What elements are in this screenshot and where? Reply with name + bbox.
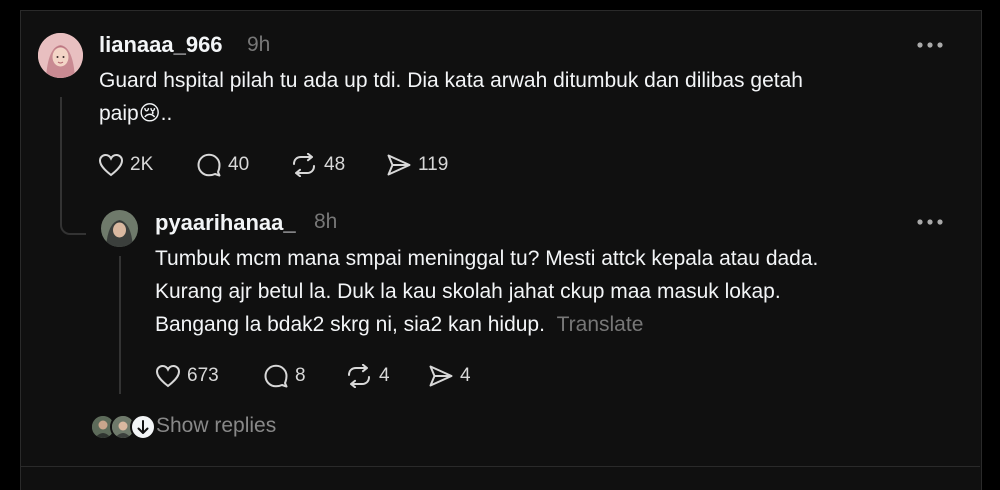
repost-count: 48 xyxy=(324,154,346,175)
share-count: 119 xyxy=(418,154,449,175)
heart-icon xyxy=(155,364,181,388)
reply-like-count: 673 xyxy=(187,365,219,386)
reply-thread-line xyxy=(119,256,121,394)
reply-text-line-1: Tumbuk mcm mana smpai meninggal tu? Mest… xyxy=(155,247,819,270)
like-button[interactable]: 2K xyxy=(98,153,153,177)
reply-username[interactable]: pyaarihanaa_ xyxy=(155,210,296,236)
post-text: Guard hspital pilah tu ada up tdi. Dia k… xyxy=(99,64,919,130)
reply-share-button[interactable]: 4 xyxy=(428,364,471,388)
reply-repost-button[interactable]: 4 xyxy=(345,364,390,388)
reply-timestamp[interactable]: 8h xyxy=(314,210,337,234)
reply-avatar[interactable] xyxy=(101,210,138,247)
reply-share-count: 4 xyxy=(460,365,471,386)
reply-text-line-2: Kurang ajr betul la. Duk la kau skolah j… xyxy=(155,280,781,303)
reply-like-button[interactable]: 673 xyxy=(155,364,219,388)
like-count: 2K xyxy=(130,154,154,175)
comment-button[interactable]: 40 xyxy=(196,153,249,177)
reply-comment-count: 8 xyxy=(295,365,306,386)
post-text-line-2: paip😢.. xyxy=(99,102,173,125)
reply-comment-button[interactable]: 8 xyxy=(263,364,306,388)
send-icon xyxy=(387,154,411,176)
reply-text: Tumbuk mcm mana smpai meninggal tu? Mest… xyxy=(155,242,915,341)
repost-button[interactable]: 48 xyxy=(290,153,345,177)
post-timestamp[interactable]: 9h xyxy=(247,33,270,57)
heart-icon xyxy=(98,153,124,177)
reply-text-line-3: Bangang la bdak2 skrg ni, sia2 kan hidup… xyxy=(155,313,644,336)
repost-icon xyxy=(348,364,370,388)
reply-repost-count: 4 xyxy=(379,365,390,386)
repost-icon xyxy=(293,153,315,177)
show-replies-link[interactable]: Show replies xyxy=(156,414,276,438)
crying-emoji: 😢 xyxy=(138,102,161,125)
thread-connector xyxy=(60,97,86,235)
more-options-icon[interactable] xyxy=(916,32,944,55)
post-username[interactable]: lianaaa_966 xyxy=(99,32,223,58)
expand-replies-icon[interactable] xyxy=(130,414,156,440)
comment-bubble-icon xyxy=(197,153,221,177)
comment-count: 40 xyxy=(228,154,250,175)
reply-more-options-icon[interactable] xyxy=(916,209,944,232)
avatar[interactable] xyxy=(38,33,83,78)
comment-bubble-icon xyxy=(264,364,288,388)
post-text-line-1: Guard hspital pilah tu ada up tdi. Dia k… xyxy=(99,69,803,92)
send-icon xyxy=(429,365,453,387)
translate-link[interactable]: Translate xyxy=(557,313,644,336)
share-button[interactable]: 119 xyxy=(386,153,448,177)
divider xyxy=(20,466,980,467)
